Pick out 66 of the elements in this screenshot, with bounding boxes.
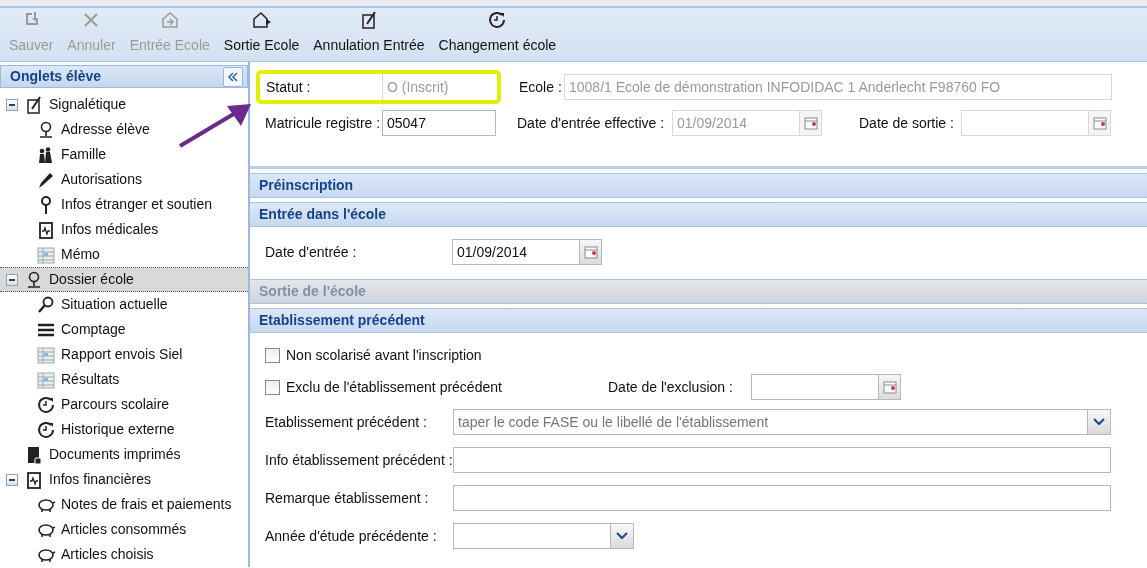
field-label: Ecole : [519, 77, 563, 97]
tree-item[interactable]: Situation actuelle [0, 292, 168, 317]
grid-icon [36, 244, 56, 265]
checkbox-label: Exclu de l'établissement précédent [286, 377, 503, 397]
grid-icon [36, 344, 56, 365]
field-label: Statut : [266, 77, 312, 97]
tree-item[interactable]: Infos étranger et soutien [0, 192, 212, 217]
collapse-toggle[interactable] [6, 473, 18, 486]
toolbar-button[interactable]: Changement école [431, 8, 564, 61]
section-header[interactable]: Préinscription [250, 173, 1147, 198]
clock-icon [36, 394, 56, 415]
clock-icon [487, 10, 508, 30]
tree-item[interactable]: Articles choisis [0, 542, 154, 567]
calendar-icon[interactable] [583, 245, 598, 259]
calendar-icon[interactable] [882, 380, 897, 394]
tree-item[interactable]: Mémo [0, 242, 100, 267]
clock-icon [36, 419, 56, 440]
tree-item[interactable]: Rapport envois Siel [0, 342, 183, 367]
tree-item[interactable]: Documents imprimés [0, 442, 181, 467]
tree-item[interactable]: Autorisations [0, 167, 142, 192]
text-field[interactable] [453, 447, 1111, 473]
checkbox[interactable] [265, 379, 280, 395]
search-icon [36, 294, 56, 315]
tree-item[interactable]: Notes de frais et paiements [0, 492, 232, 517]
field-label: Date de sortie : [859, 113, 955, 133]
tree-item[interactable]: Famille [0, 142, 107, 167]
field-label: Date d'entrée : [265, 242, 358, 262]
section-header[interactable]: Etablissement précédent [250, 308, 1147, 333]
medical-icon [24, 469, 44, 490]
checkbox[interactable] [265, 347, 280, 363]
text-field[interactable] [453, 485, 1111, 511]
tree-item[interactable]: Résultats [0, 367, 120, 392]
tree-item[interactable]: Adresse élève [0, 117, 150, 142]
tree-item[interactable]: Signalétique [0, 92, 127, 117]
toolbar-button[interactable]: Annulation Entrée [306, 8, 432, 61]
tree-item[interactable]: Historique externe [0, 417, 175, 442]
note-icon [24, 94, 44, 115]
field-label: Info établissement précédent : [265, 450, 453, 470]
house-icon [159, 10, 180, 30]
field-label: Etablissement précédent : [265, 412, 428, 432]
field-label: Remarque établissement : [265, 488, 430, 508]
field-label: Matricule registre : [265, 113, 382, 133]
caret-icon[interactable] [1093, 418, 1105, 426]
tree-item[interactable]: Parcours scolaire [0, 392, 170, 417]
tree-item[interactable]: Articles consommés [0, 517, 187, 542]
house-icon [251, 10, 272, 30]
toolbar-button[interactable]: Sortie Ecole [216, 8, 307, 61]
text-field: O (Inscrit) [382, 74, 497, 100]
field-label: Année d'étude précédente : [265, 526, 438, 546]
section-header[interactable]: Entrée dans l'école [250, 202, 1147, 227]
tree-item[interactable]: Comptage [0, 317, 126, 342]
collapse-toggle[interactable] [6, 273, 18, 286]
field-label: Date d'entrée effective : [517, 113, 666, 133]
panel-title: Onglets élève [10, 67, 102, 86]
grid-icon [36, 369, 56, 390]
tree-item[interactable]: Infos médicales [0, 217, 159, 242]
text-field: 1008/1 Ecole de démonstration INFODIDAC 1 Anderlecht F98760 FO [564, 74, 1112, 100]
medical-icon [36, 219, 56, 240]
caret-icon[interactable] [616, 532, 628, 540]
checkbox-label: Non scolarisé avant l'inscription [286, 345, 482, 365]
text-field[interactable]: 05047 [382, 110, 496, 136]
field-label: Date de l'exclusion : [608, 377, 734, 397]
date-field[interactable] [751, 374, 901, 400]
collapse-toggle[interactable] [6, 98, 18, 111]
tree-item[interactable]: Dossier école [0, 267, 248, 292]
tree-item[interactable]: Infos financières [0, 467, 151, 492]
